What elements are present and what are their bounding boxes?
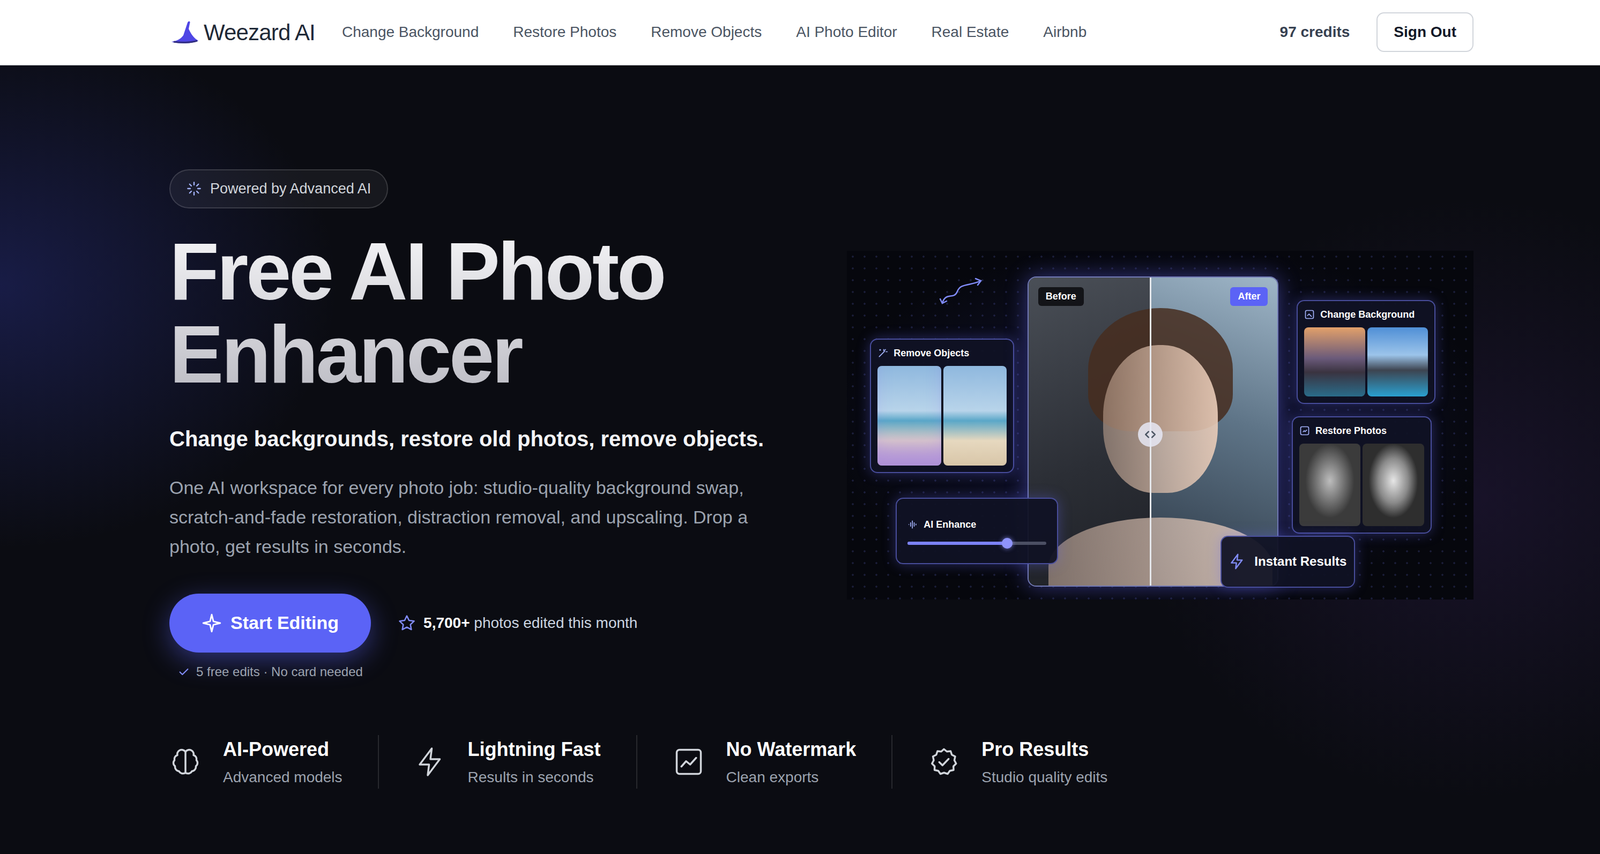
- card-title: Remove Objects: [893, 346, 970, 361]
- feature-subtitle: Advanced models: [222, 766, 343, 790]
- chart-box-icon: [672, 746, 705, 779]
- beach-after-image: [943, 366, 1007, 466]
- remove-objects-card: Remove Objects: [869, 338, 1015, 474]
- hero-text: Powered by Advanced AI Free AI PhotoEnha…: [169, 169, 796, 682]
- edit-stat: 5,700+ photos edited this month: [397, 612, 638, 635]
- card-title: Instant Results: [1254, 552, 1347, 572]
- title-line: Enhancer: [169, 313, 796, 397]
- enhance-slider-fill: [907, 541, 1008, 546]
- magic-wand-icon: [877, 347, 889, 359]
- hero-subtitle: Change backgrounds, restore old photos, …: [169, 422, 796, 456]
- feature-title: Lightning Fast: [467, 735, 601, 765]
- feature-item: No WatermarkClean exports: [636, 735, 892, 790]
- lightning-icon: [1228, 553, 1246, 571]
- feature-item: AI-PoweredAdvanced models: [169, 735, 378, 790]
- sparkle-icon: [201, 613, 222, 634]
- nav-link[interactable]: Airbnb: [1043, 20, 1087, 44]
- change-background-card: Change Background: [1296, 300, 1435, 405]
- nav-links: Change Background Restore Photos Remove Ob…: [341, 20, 1087, 44]
- top-navbar: Weezard AI Change Background Restore Phot…: [0, 0, 1600, 66]
- hero-section: Powered by Advanced AI Free AI PhotoEnha…: [0, 65, 1600, 854]
- waveform-icon: [907, 519, 919, 531]
- showcase-panel: Remove Objects: [846, 250, 1474, 600]
- restore-image-icon: [1299, 425, 1311, 437]
- swap-image-icon: [1304, 309, 1315, 320]
- powered-badge: Powered by Advanced AI: [169, 169, 389, 209]
- card-title: AI Enhance: [923, 517, 977, 533]
- house-day-image: [1367, 327, 1428, 397]
- nav-link[interactable]: AI Photo Editor: [795, 20, 897, 44]
- enhance-slider-thumb[interactable]: [1001, 538, 1013, 549]
- nav-link[interactable]: Change Background: [341, 20, 479, 44]
- curved-arrow-icon: [938, 275, 987, 308]
- brain-icon: [169, 746, 202, 779]
- badge-text: Powered by Advanced AI: [210, 177, 371, 200]
- feature-item: Lightning FastResults in seconds: [377, 735, 637, 790]
- free-note: 5 free edits · No card needed: [169, 662, 796, 682]
- check-icon: [177, 666, 190, 679]
- enhance-slider-track[interactable]: [907, 541, 1047, 546]
- nav-link[interactable]: Remove Objects: [650, 20, 762, 44]
- after-tag: After: [1230, 287, 1268, 307]
- hero-title: Free AI PhotoEnhancer: [169, 229, 796, 397]
- nav-link[interactable]: Real Estate: [931, 20, 1010, 44]
- badge-check-icon: [927, 746, 960, 779]
- house-sunset-image: [1304, 327, 1365, 397]
- hero-description: One AI workspace for every photo job: st…: [169, 473, 796, 562]
- feature-subtitle: Studio quality edits: [981, 766, 1108, 790]
- lightning-icon: [414, 746, 447, 779]
- loader-icon: [186, 181, 202, 197]
- feature-title: AI-Powered: [222, 735, 343, 765]
- start-editing-button[interactable]: Start Editing: [169, 593, 371, 653]
- card-title: Change Background: [1320, 307, 1415, 323]
- stat-label: photos edited this month: [473, 614, 638, 632]
- title-line: Free AI Photo: [169, 229, 796, 314]
- feature-subtitle: Results in seconds: [467, 766, 601, 790]
- feature-title: Pro Results: [981, 735, 1108, 765]
- feature-title: No Watermark: [726, 735, 857, 765]
- wizard-hat-icon: [169, 19, 201, 46]
- brand-logo[interactable]: Weezard AI: [169, 15, 316, 50]
- feature-subtitle: Clean exports: [726, 766, 857, 790]
- before-tag: Before: [1038, 287, 1084, 307]
- left-right-arrows-icon: [1143, 427, 1158, 442]
- card-title: Restore Photos: [1315, 423, 1387, 439]
- nav-link[interactable]: Restore Photos: [512, 20, 617, 44]
- restore-photos-card: Restore Photos: [1291, 416, 1432, 534]
- cta-label[interactable]: Start Editing: [230, 609, 339, 637]
- note-text: 5 free edits · No card needed: [196, 662, 363, 682]
- feature-item: Pro ResultsStudio quality edits: [891, 735, 1143, 790]
- credits-count: 97 credits: [1280, 20, 1351, 44]
- old-photo-image: [1299, 443, 1361, 527]
- sign-out-button[interactable]: Sign Out: [1376, 12, 1474, 52]
- restored-photo-image: [1362, 443, 1424, 527]
- instant-results-card: Instant Results: [1220, 536, 1356, 589]
- stat-value: 5,700+: [423, 614, 470, 632]
- beach-before-image: [877, 366, 941, 466]
- brand-name[interactable]: Weezard AI: [203, 15, 316, 50]
- star-icon: [397, 614, 416, 633]
- portrait-face: [1103, 345, 1218, 494]
- feature-strip: AI-PoweredAdvanced modelsLightning FastR…: [169, 735, 1474, 790]
- ai-enhance-card: AI Enhance: [895, 497, 1059, 565]
